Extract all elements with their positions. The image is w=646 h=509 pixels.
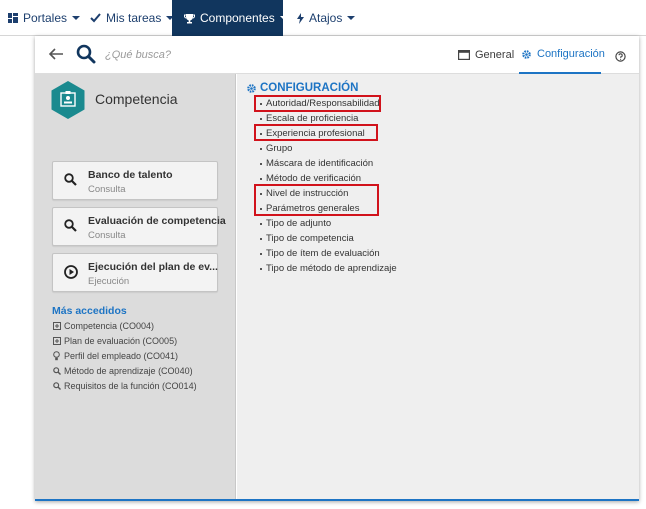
bullet-icon <box>260 162 262 165</box>
search-bar: General Configuración <box>35 36 639 74</box>
nav-mis-tareas[interactable]: Mis tareas <box>90 0 175 36</box>
config-item-tipo-competencia[interactable]: Tipo de competencia <box>260 232 354 245</box>
card-banco-de-talento[interactable]: Banco de talento Consulta <box>52 161 218 200</box>
badge-hexagon-icon <box>50 80 86 125</box>
play-circle-icon <box>64 265 78 284</box>
window-icon <box>458 50 470 60</box>
gear-icon <box>521 49 532 60</box>
bolt-icon <box>297 12 304 24</box>
nav-mis-tareas-label: Mis tareas <box>106 11 162 25</box>
nav-portales-label: Portales <box>23 11 68 25</box>
config-item-grupo[interactable]: Grupo <box>260 142 292 155</box>
component-title: Competencia <box>95 91 178 107</box>
card-ejecucion-plan[interactable]: Ejecución del plan de ev... Ejecución <box>52 253 218 292</box>
trophy-icon <box>184 13 195 24</box>
config-item-mascara[interactable]: Máscara de identificación <box>260 157 373 170</box>
config-item-label: Escala de proficiencia <box>266 113 359 124</box>
help-icon[interactable] <box>615 49 626 67</box>
card-subtitle: Consulta <box>88 184 126 195</box>
chevron-down-icon <box>279 16 288 20</box>
check-icon <box>90 13 101 23</box>
card-subtitle: Ejecución <box>88 276 130 287</box>
highlight-box <box>254 124 378 141</box>
most-accessed-label: Plan de evaluación (CO005) <box>64 335 178 346</box>
most-accessed-item[interactable]: Perfil del empleado (CO041) <box>52 349 178 362</box>
card-subtitle: Consulta <box>88 230 126 241</box>
config-item-label: Grupo <box>266 143 293 154</box>
plus-square-icon <box>52 336 61 345</box>
most-accessed-label: Método de aprendizaje (CO040) <box>64 365 193 376</box>
configuration-column: CONFIGURACIÓN Autoridad/Responsabilidad … <box>237 74 639 499</box>
config-item-label: Máscara de identificación <box>266 158 374 169</box>
chevron-down-icon <box>72 16 81 20</box>
bullet-icon <box>260 177 262 180</box>
config-item-label: Tipo de competencia <box>266 233 354 244</box>
highlight-box <box>254 184 379 216</box>
config-item-tipo-adjunto[interactable]: Tipo de adjunto <box>260 217 331 230</box>
tab-general[interactable]: General <box>458 36 514 74</box>
highlight-box <box>254 95 381 112</box>
most-accessed-item[interactable]: Método de aprendizaje (CO040) <box>52 364 193 377</box>
config-item-tipo-item-evaluacion[interactable]: Tipo de ítem de evaluación <box>260 247 380 260</box>
card-title: Evaluación de competencia <box>88 215 226 227</box>
search-icon <box>52 381 61 390</box>
config-item-label: Tipo de adjunto <box>266 218 332 229</box>
top-navbar: Portales Mis tareas Componentes Atajos <box>0 0 646 36</box>
config-item-tipo-metodo-aprendizaje[interactable]: Tipo de método de aprendizaje <box>260 262 397 275</box>
most-accessed-label: Competencia (CO004) <box>64 320 155 331</box>
tab-configuracion-label: Configuración <box>537 48 605 60</box>
configuration-heading: CONFIGURACIÓN <box>246 82 358 94</box>
tab-general-label: General <box>475 49 515 61</box>
tab-configuracion[interactable]: Configuración <box>519 36 605 74</box>
search-icon <box>64 219 77 237</box>
configuration-title: CONFIGURACIÓN <box>260 82 359 94</box>
config-item-label: Método de verificación <box>266 173 362 184</box>
nav-atajos-label: Atajos <box>309 11 343 25</box>
search-icon[interactable] <box>76 44 96 69</box>
card-title: Ejecución del plan de ev... <box>88 261 218 273</box>
nav-componentes-label: Componentes <box>200 11 275 25</box>
bullet-icon <box>260 222 262 225</box>
bullet-icon <box>260 117 262 120</box>
component-panel: General Configuración Competencia Banco … <box>35 36 639 501</box>
nav-portales[interactable]: Portales <box>8 0 81 36</box>
search-icon <box>64 173 77 191</box>
left-column: Competencia Banco de talento Consulta Ev… <box>35 74 236 499</box>
search-icon <box>52 366 61 375</box>
most-accessed-item[interactable]: Requisitos de la función (CO014) <box>52 379 197 392</box>
card-title: Banco de talento <box>88 169 173 181</box>
card-evaluacion-de-competencia[interactable]: Evaluación de competencia Consulta <box>52 207 226 246</box>
gear-icon <box>246 83 257 94</box>
bullet-icon <box>260 267 262 270</box>
most-accessed-label: Perfil del empleado (CO041) <box>64 350 179 361</box>
bullet-icon <box>260 147 262 150</box>
nav-componentes[interactable]: Componentes <box>172 0 288 36</box>
most-accessed-title: Más accedidos <box>52 305 127 317</box>
arrow-left-icon[interactable] <box>48 46 64 67</box>
search-input[interactable] <box>105 44 325 66</box>
nav-atajos[interactable]: Atajos <box>297 0 356 36</box>
most-accessed-label: Requisitos de la función (CO014) <box>64 380 197 391</box>
bullet-icon <box>260 252 262 255</box>
config-item-label: Tipo de método de aprendizaje <box>266 263 397 274</box>
bullet-icon <box>260 237 262 240</box>
plus-square-icon <box>52 321 61 330</box>
most-accessed-item[interactable]: Plan de evaluación (CO005) <box>52 334 177 347</box>
most-accessed-item[interactable]: Competencia (CO004) <box>52 319 154 332</box>
bulb-icon <box>52 350 61 361</box>
chevron-down-icon <box>347 16 356 20</box>
config-item-label: Tipo de ítem de evaluación <box>266 248 380 259</box>
grid-icon <box>8 13 18 23</box>
